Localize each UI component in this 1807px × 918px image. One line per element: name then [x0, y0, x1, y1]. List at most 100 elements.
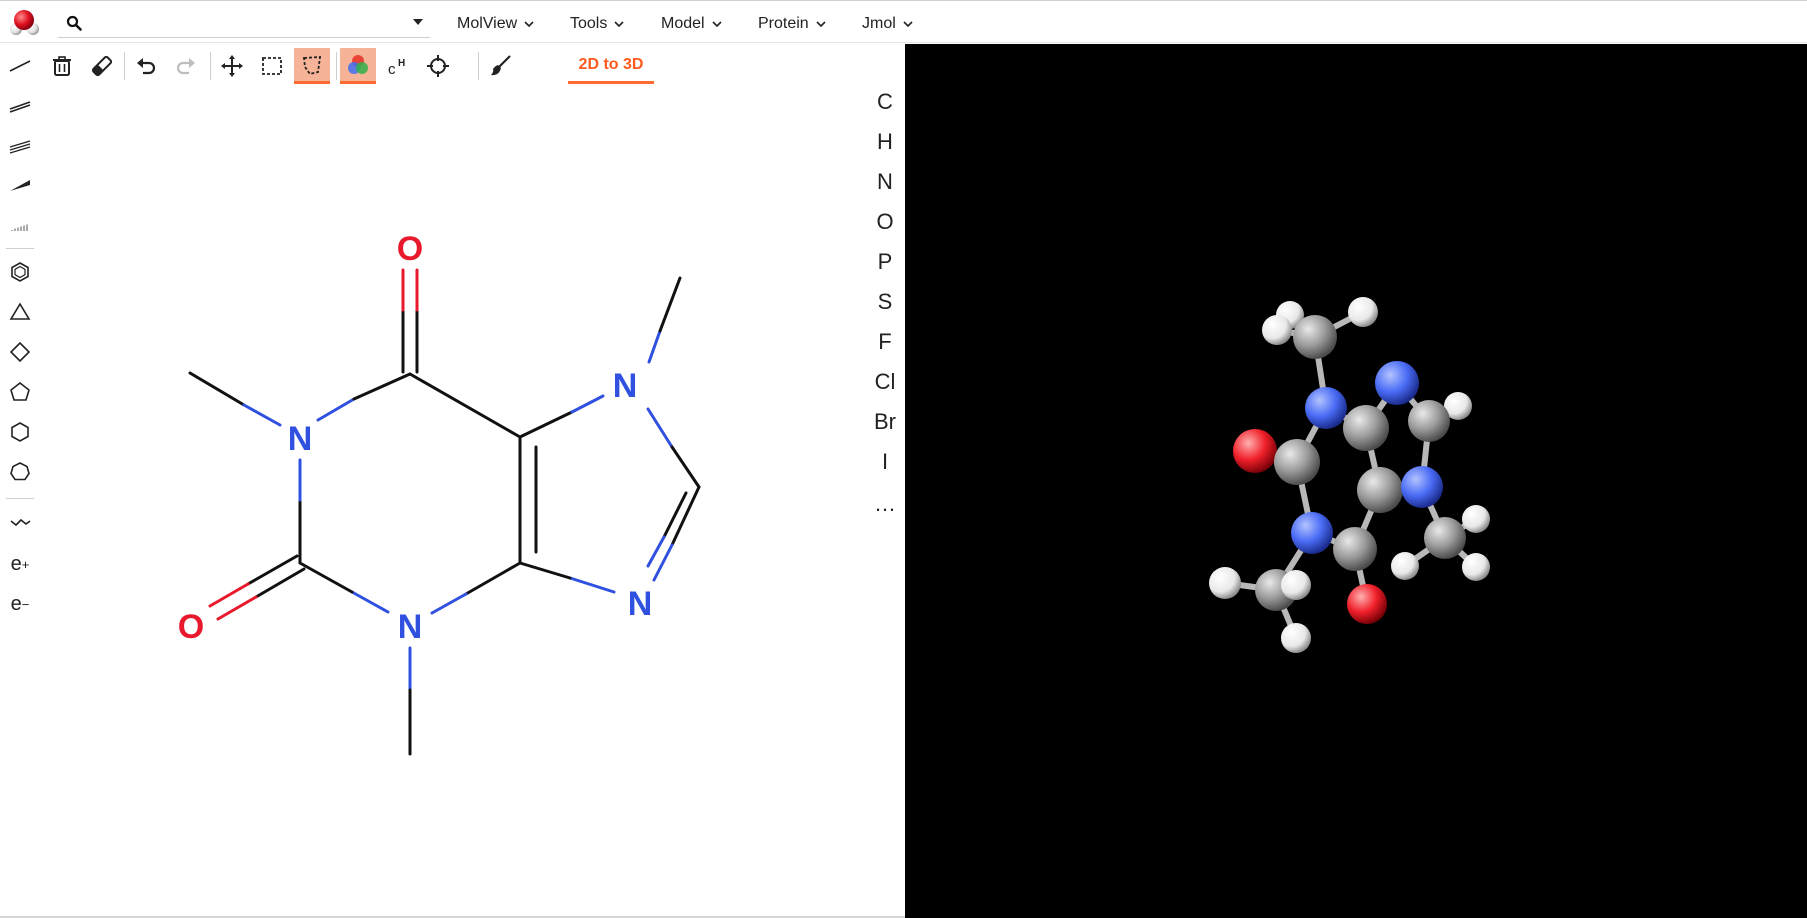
menu-model[interactable]: Model — [661, 13, 723, 35]
separator — [336, 52, 337, 80]
element-h[interactable]: H — [868, 124, 902, 160]
cyclopentane-tool[interactable] — [4, 376, 36, 408]
cyclobutane-tool[interactable] — [4, 336, 36, 368]
separator — [478, 52, 479, 80]
charge-base: e — [10, 592, 22, 615]
bond — [246, 554, 299, 586]
center-icon — [427, 55, 449, 77]
clean-button[interactable] — [482, 48, 518, 84]
viewer-background — [905, 44, 1807, 918]
cyclohexane-tool[interactable] — [4, 416, 36, 448]
bond — [188, 371, 246, 407]
clear-button[interactable] — [44, 48, 80, 84]
bond — [208, 582, 250, 608]
separator — [6, 498, 34, 499]
negative-charge-tool[interactable]: e − — [4, 588, 36, 620]
bond — [568, 576, 616, 594]
search-input[interactable] — [92, 11, 392, 35]
cyclobutane-icon — [9, 341, 31, 363]
sketch-canvas[interactable]: O N N O N N — [40, 84, 860, 918]
molview-app: MolView Tools Model Protein Jmol e + e −… — [0, 0, 1807, 918]
hydrogen-toggle-button[interactable]: c H — [380, 48, 416, 84]
bond — [658, 276, 682, 333]
3d-model-viewer[interactable] — [905, 44, 1807, 918]
cyclopentane-icon — [10, 381, 30, 401]
positive-charge-tool[interactable]: e + — [4, 548, 36, 580]
bond — [408, 372, 522, 439]
molview-logo-icon[interactable] — [8, 7, 40, 39]
cycloheptane-tool[interactable] — [4, 456, 36, 488]
eraser-icon — [91, 55, 113, 77]
element-cl[interactable]: Cl — [868, 364, 902, 400]
svg-text:H: H — [398, 58, 405, 69]
charge-sign: + — [21, 556, 30, 572]
chain-icon — [10, 518, 31, 527]
trash-icon — [53, 56, 71, 76]
charge-base: e — [10, 552, 22, 575]
element-f[interactable]: F — [868, 324, 902, 360]
triple-bond-tool[interactable] — [4, 130, 36, 162]
bond — [662, 491, 688, 539]
bond — [242, 403, 282, 427]
single-bond-tool[interactable] — [4, 50, 36, 82]
menu-molview[interactable]: MolView — [457, 13, 535, 35]
element-i[interactable]: I — [868, 444, 902, 480]
element-c[interactable]: C — [868, 84, 902, 120]
atom-label[interactable]: N — [398, 608, 423, 646]
element-more[interactable]: … — [868, 486, 902, 522]
move-icon — [221, 55, 243, 77]
menu-jmol[interactable]: Jmol — [862, 13, 914, 35]
cycloheptane-icon — [10, 462, 30, 481]
element-p[interactable]: P — [868, 244, 902, 280]
menu-label: Tools — [570, 15, 608, 32]
hydrogen-icon: c H — [388, 58, 405, 78]
erase-button[interactable] — [84, 48, 120, 84]
bond — [464, 561, 522, 596]
element-o[interactable]: O — [868, 204, 902, 240]
rect-select-button[interactable] — [254, 48, 290, 84]
svg-text:c: c — [388, 61, 396, 78]
bond — [670, 445, 701, 489]
undo-icon — [137, 58, 156, 75]
wedge-bond-icon — [10, 180, 30, 191]
atom-label[interactable]: N — [613, 367, 638, 405]
double-bond-tool[interactable] — [4, 90, 36, 122]
benzene-tool[interactable] — [4, 256, 36, 288]
separator — [6, 248, 34, 249]
atom-label[interactable]: O — [178, 608, 204, 646]
caret-down-icon[interactable] — [410, 14, 426, 30]
menubar: MolView Tools Model Protein Jmol — [0, 0, 1807, 43]
atom-label[interactable]: O — [397, 230, 423, 268]
chain-tool[interactable] — [4, 506, 36, 538]
menu-tools[interactable]: Tools — [570, 13, 625, 35]
undo-button[interactable] — [128, 48, 164, 84]
element-n[interactable]: N — [868, 164, 902, 200]
atom-label[interactable]: N — [288, 420, 313, 458]
atom-label[interactable]: N — [628, 585, 653, 623]
2d-to-3d-button[interactable]: 2D to 3D — [568, 48, 654, 84]
move-button[interactable] — [214, 48, 250, 84]
element-br[interactable]: Br — [868, 404, 902, 440]
bond — [316, 397, 356, 422]
element-s[interactable]: S — [868, 284, 902, 320]
redo-icon — [176, 58, 195, 75]
color-mode-icon — [348, 54, 368, 74]
center-button[interactable] — [420, 48, 456, 84]
cyclopropane-tool[interactable] — [4, 296, 36, 328]
chevron-down-icon — [816, 21, 826, 28]
double-bond-icon — [9, 101, 31, 113]
lasso-select-button[interactable] — [294, 48, 330, 84]
rect-select-icon — [262, 57, 282, 75]
redo-button[interactable] — [168, 48, 204, 84]
chevron-down-icon — [524, 21, 534, 28]
separator — [124, 52, 125, 80]
chevron-down-icon — [614, 21, 624, 28]
sketch-toolbar: c H 2D to 3D — [44, 44, 904, 84]
color-mode-button[interactable] — [340, 48, 376, 84]
chevron-down-icon — [903, 21, 913, 28]
cyclohexane-icon — [11, 422, 29, 442]
charge-sign: − — [21, 596, 30, 612]
wedge-bond-tool[interactable] — [4, 170, 36, 202]
hash-bond-tool[interactable] — [4, 210, 36, 242]
menu-protein[interactable]: Protein — [758, 13, 827, 35]
